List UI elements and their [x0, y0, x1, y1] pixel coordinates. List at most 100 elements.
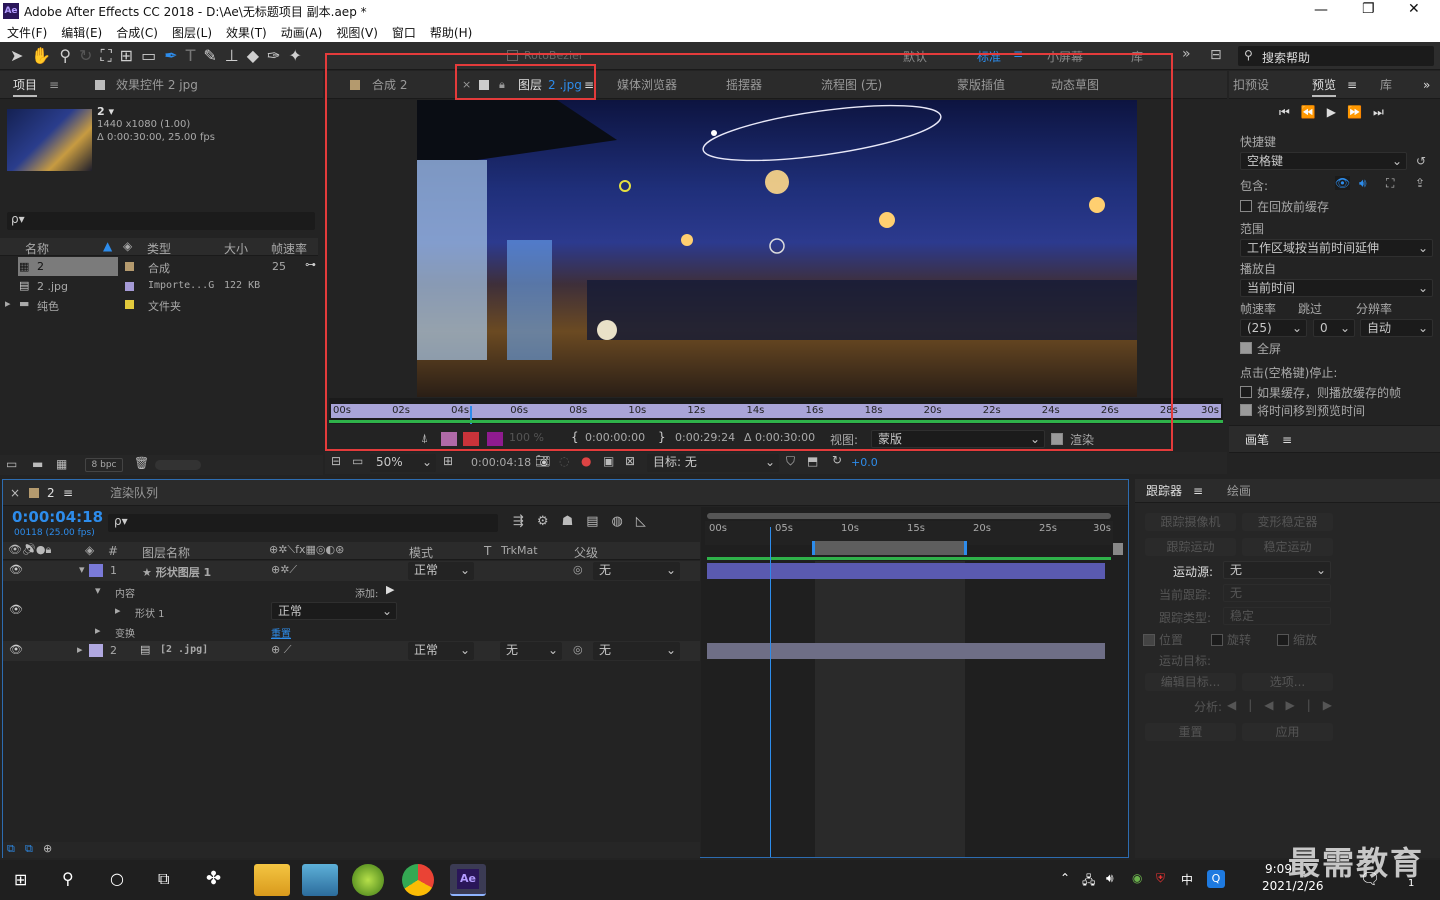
pan-behind-tool-icon[interactable]: ⊞: [120, 46, 141, 65]
property-row[interactable]: 👁︎ ▸ 形状 1 正常 ⌄: [3, 601, 700, 621]
after-effects-taskbar-button[interactable]: Ae: [450, 864, 486, 896]
project-row[interactable]: ▤ 2 .jpg Importe...G 122 KB: [0, 277, 318, 297]
visibility-eye-icon[interactable]: 👁︎: [9, 563, 23, 576]
target-dropdown[interactable]: 目标: 无 ⌄: [647, 454, 779, 472]
frame-rate-dropdown[interactable]: (25) ⌄: [1240, 319, 1307, 337]
play-icon[interactable]: ▶: [1327, 105, 1347, 119]
property-row[interactable]: ▸ 变换 重置: [3, 621, 700, 641]
nvidia-icon[interactable]: ◉: [1132, 871, 1142, 885]
comp-button-icon[interactable]: [1113, 543, 1123, 555]
menu-effect[interactable]: 效果(T): [219, 22, 274, 41]
search-icon[interactable]: ⚲: [62, 869, 74, 888]
position-checkbox[interactable]: [1143, 634, 1155, 646]
text-tool-icon[interactable]: T: [186, 46, 204, 65]
analyze-forward-icon[interactable]: ▶: [1286, 698, 1307, 712]
cortana-icon[interactable]: ○: [110, 869, 124, 888]
stabilize-motion-button[interactable]: 稳定运动: [1242, 538, 1333, 556]
include-video-eye-icon[interactable]: 👁︎: [1335, 176, 1351, 190]
menu-edit[interactable]: 编辑(E): [54, 22, 109, 41]
expand-stretch-icon[interactable]: ⊕: [43, 842, 52, 855]
bit-depth-button[interactable]: 8 bpc: [85, 458, 123, 472]
layer-search-input[interactable]: ρ▾: [108, 514, 498, 532]
zoom-tool-icon[interactable]: ⚲: [59, 46, 79, 65]
analyze-forward-one-icon[interactable]: |▶: [1307, 698, 1344, 712]
visibility-eye-icon[interactable]: 👁︎: [9, 643, 23, 656]
tab-effect-controls[interactable]: 效果控件 2 jpg: [116, 71, 198, 99]
tab-comp-timeline[interactable]: 2: [47, 480, 55, 506]
column-size[interactable]: 大小: [224, 240, 248, 257]
current-track-dropdown[interactable]: 无: [1223, 584, 1331, 602]
region-of-interest-icon[interactable]: ▣: [603, 454, 614, 468]
hand-tool-icon[interactable]: ✋: [31, 46, 59, 65]
first-frame-icon[interactable]: ⏮: [1279, 105, 1301, 119]
collapse-arrow-icon[interactable]: ▾: [79, 563, 85, 576]
shy-layers-icon[interactable]: ☗: [562, 514, 587, 529]
pick-whip-icon[interactable]: ◎: [573, 643, 583, 656]
qq-icon[interactable]: Q: [1207, 870, 1225, 888]
rotate-tool-icon[interactable]: ↻: [79, 46, 100, 65]
include-overlays-icon[interactable]: ⛶: [1386, 176, 1394, 191]
tab-effects-presets[interactable]: 扣预设: [1233, 71, 1269, 99]
layer-row[interactable]: 👁︎ ▸ 2 ▤ [2 .jpg] ⊕ ⟋ 正常 ⌄ 无 ⌄ ◎ 无 ⌄: [3, 641, 700, 661]
track-motion-button[interactable]: 跟踪运动: [1145, 538, 1236, 556]
tab-project[interactable]: 项目: [13, 71, 38, 97]
panel-menu-icon[interactable]: ≡: [49, 71, 59, 99]
graph-editor-icon[interactable]: ◺: [636, 514, 659, 529]
options-button[interactable]: 选项...: [1242, 673, 1333, 691]
tab-paint[interactable]: 绘画: [1227, 479, 1251, 503]
selection-tool-icon[interactable]: ➤: [10, 46, 31, 65]
column-type[interactable]: 类型: [147, 240, 171, 257]
file-explorer-icon[interactable]: [254, 864, 290, 896]
help-search-box[interactable]: ⚲ 搜索帮助: [1238, 46, 1434, 66]
trkmat-dropdown[interactable]: 无 ⌄: [500, 642, 562, 660]
collapse-arrow-icon[interactable]: ▾: [95, 584, 101, 597]
panel-menu-icon[interactable]: ≡: [63, 480, 73, 506]
move-time-checkbox[interactable]: [1240, 404, 1252, 416]
cache-before-checkbox[interactable]: [1240, 200, 1252, 212]
current-time-readout[interactable]: 0:00:04:18: [471, 456, 531, 469]
close-button[interactable]: ✕: [1408, 1, 1420, 17]
menu-help[interactable]: 帮助(H): [423, 22, 479, 41]
range-dropdown[interactable]: 工作区域按当前时间延伸 ⌄: [1240, 239, 1433, 257]
label-color-swatch[interactable]: [89, 644, 103, 657]
menu-file[interactable]: 文件(F): [0, 22, 54, 41]
project-row[interactable]: ▸ ▬ 纯色 文件夹: [0, 295, 318, 315]
edit-target-button[interactable]: 编辑目标...: [1145, 673, 1236, 691]
thumbnail-size-slider[interactable]: [155, 460, 201, 470]
network-icon[interactable]: 🖧: [1082, 871, 1095, 892]
play-from-dropdown[interactable]: 当前时间 ⌄: [1240, 279, 1433, 297]
windows-start-icon[interactable]: ⊞: [14, 870, 27, 889]
project-search-input[interactable]: ρ▾: [7, 212, 315, 230]
more-panels-icon[interactable]: »: [1423, 71, 1430, 99]
show-snapshot-icon[interactable]: ◌: [559, 454, 569, 468]
warp-stabilizer-button[interactable]: 变形稳定器: [1242, 513, 1333, 531]
notes-app-icon[interactable]: [302, 864, 338, 896]
comp-mini-flowchart-icon[interactable]: ⇶: [513, 514, 537, 529]
layer-name[interactable]: [2 .jpg]: [160, 644, 208, 655]
column-fps[interactable]: 帧速率: [271, 240, 307, 257]
timecode-display[interactable]: 0:00:04:18: [12, 508, 103, 526]
panel-menu-icon[interactable]: ≡: [1347, 71, 1357, 99]
rotation-checkbox[interactable]: [1211, 634, 1223, 646]
label-color-swatch[interactable]: [89, 564, 103, 577]
add-property-icon[interactable]: ▶: [386, 583, 394, 596]
roto-brush-tool-icon[interactable]: ✑: [267, 46, 288, 65]
exposure-value[interactable]: +0.0: [851, 456, 878, 469]
shortcut-dropdown[interactable]: 空格键 ⌄: [1240, 152, 1407, 170]
shy-switch-icon[interactable]: ⊕✲⟋: [271, 563, 297, 577]
pen-tool-icon[interactable]: ✒: [164, 46, 185, 65]
track-type-dropdown[interactable]: 稳定: [1223, 607, 1331, 625]
project-row[interactable]: ▦ 2 合成 25 ⊶: [0, 257, 318, 277]
item-name[interactable]: 2 ▾: [97, 105, 114, 118]
panel-menu-icon[interactable]: ≡: [1282, 426, 1292, 454]
melon-app-icon[interactable]: [352, 864, 384, 896]
apply-button[interactable]: 应用: [1242, 723, 1333, 741]
analyze-back-one-icon[interactable]: ◀|: [1227, 698, 1264, 712]
monitor-icon[interactable]: ▭: [352, 454, 363, 468]
layer-bar[interactable]: [707, 643, 1105, 659]
blend-mode-dropdown[interactable]: 正常 ⌄: [408, 562, 474, 580]
menu-layer[interactable]: 图层(L): [165, 22, 219, 41]
show-hidden-icons-icon[interactable]: ⌃: [1060, 871, 1070, 885]
tab-libraries[interactable]: 库: [1380, 71, 1392, 99]
export-icon[interactable]: ⇪: [1415, 176, 1425, 190]
